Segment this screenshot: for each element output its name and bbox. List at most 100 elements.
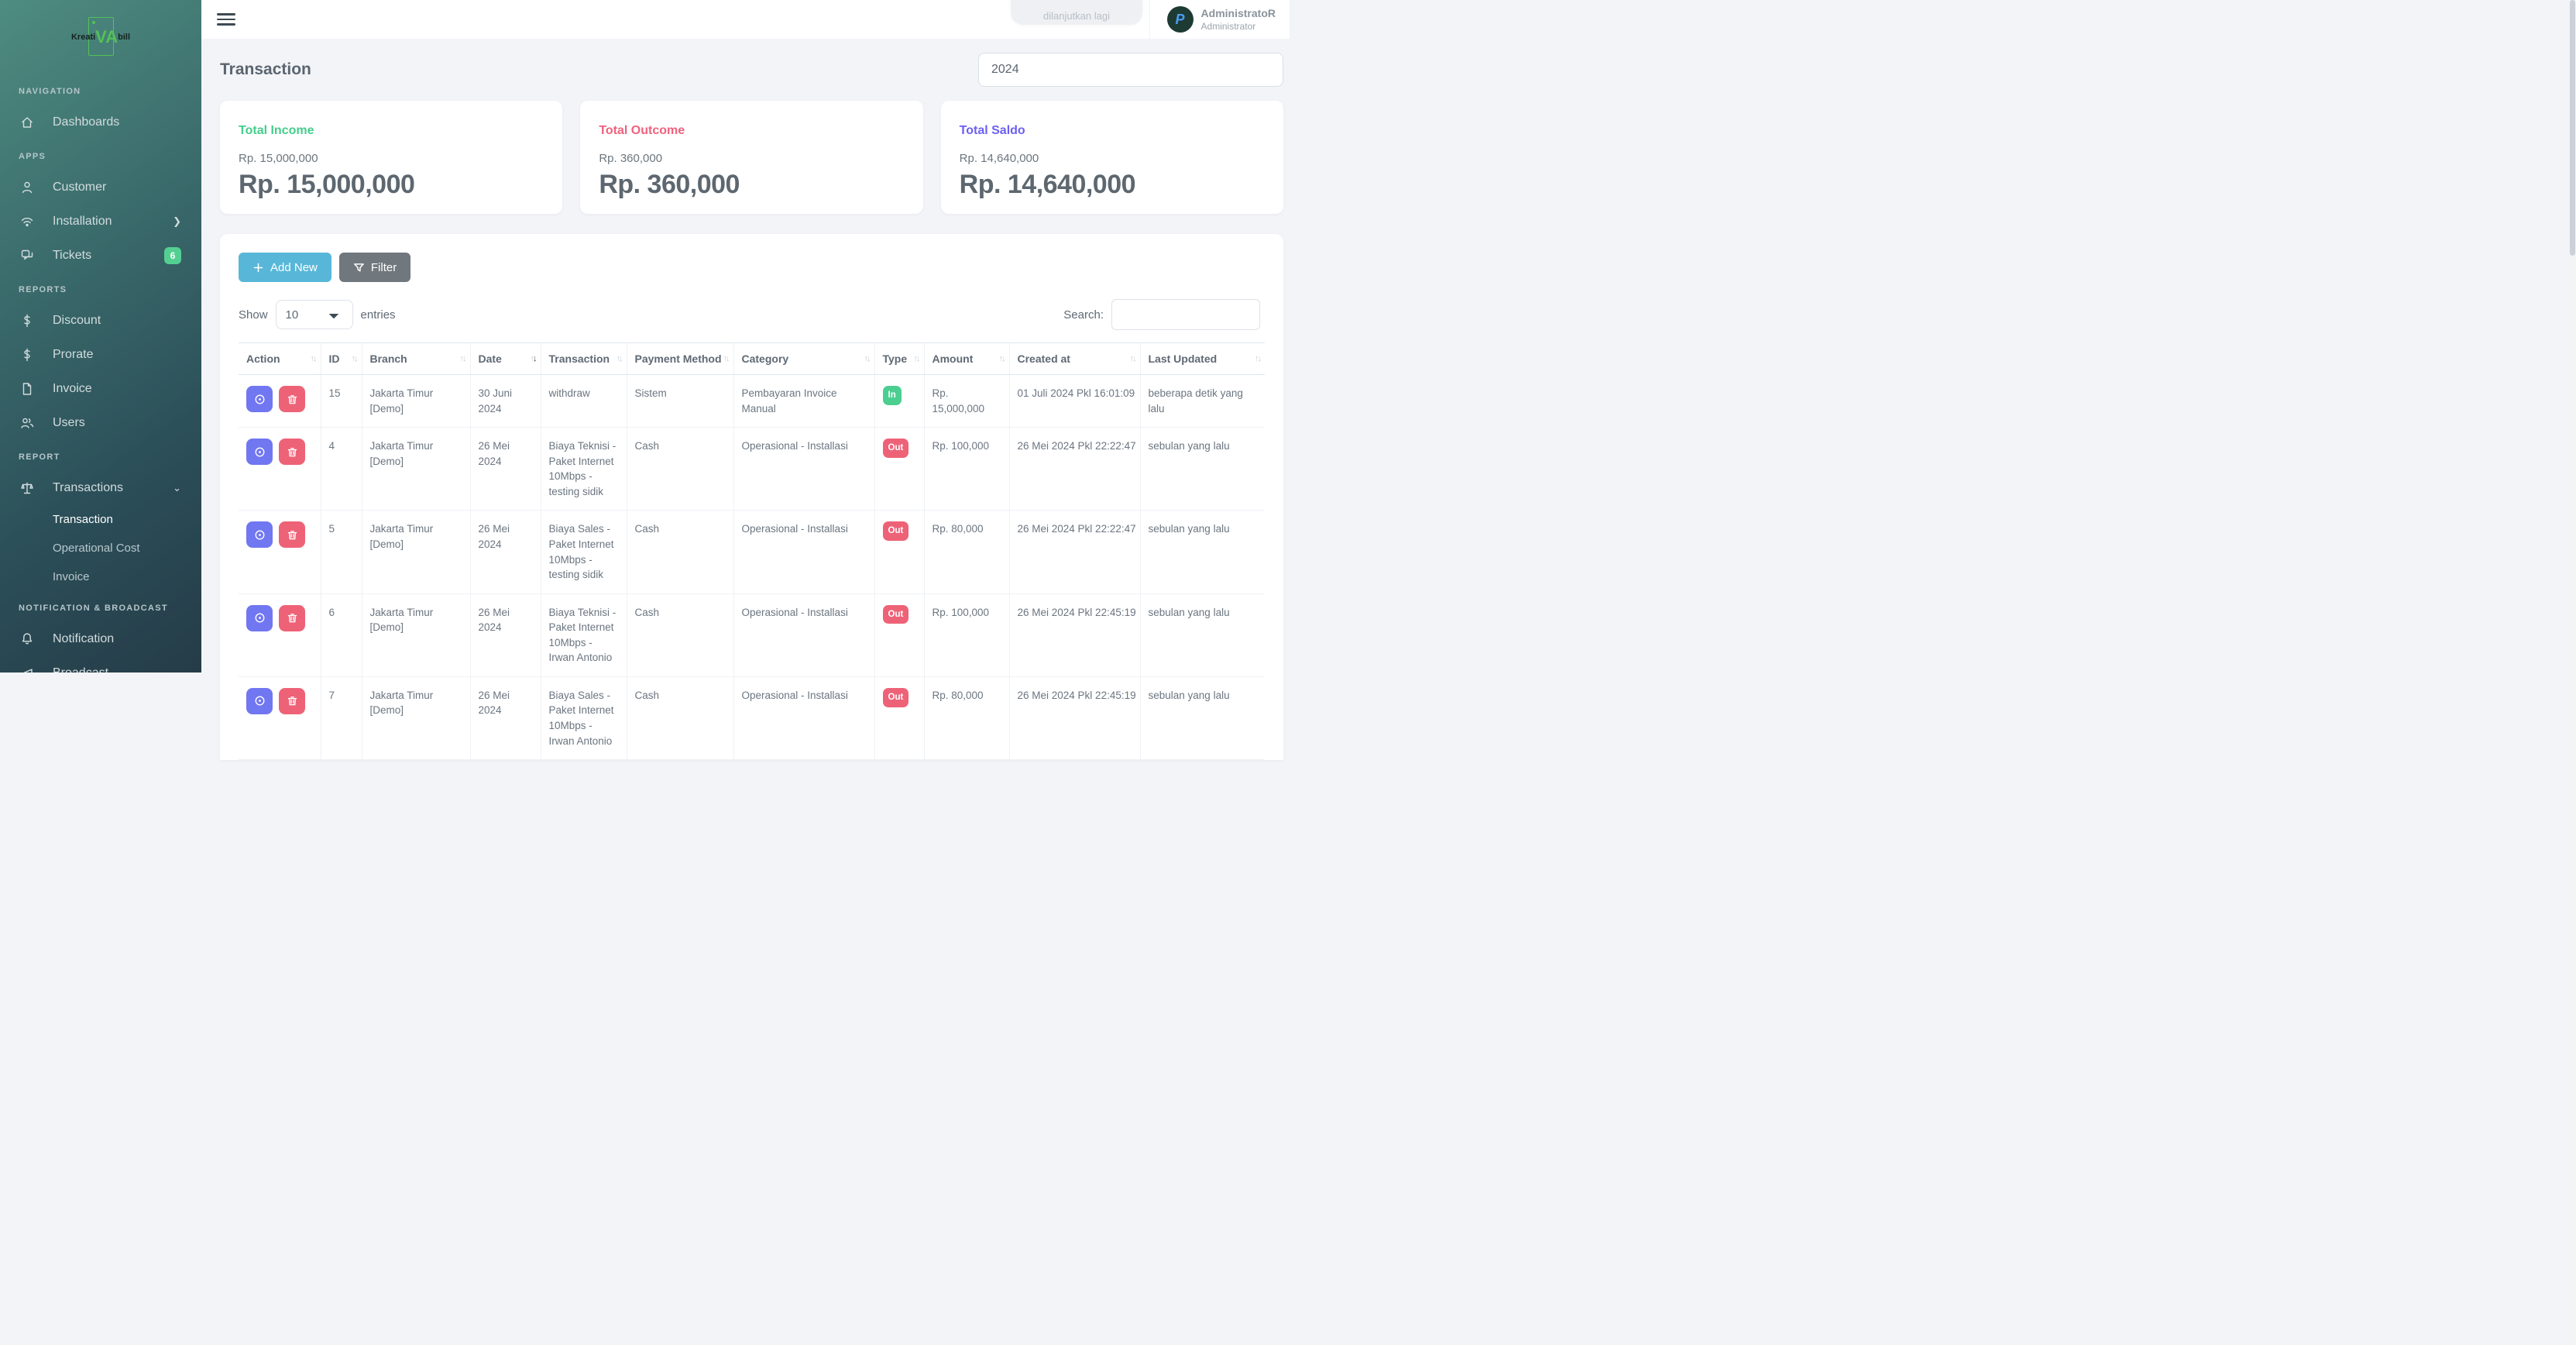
action-cell — [239, 428, 321, 511]
page-size-select[interactable]: 10 — [276, 300, 353, 329]
filter-button[interactable]: Filter — [339, 253, 410, 282]
scrollbar-thumb[interactable] — [2570, 0, 2575, 256]
branch-cell: Jakarta Timur [Demo] — [362, 676, 470, 759]
column-header-category[interactable]: Category↑↓ — [733, 343, 874, 375]
sort-icon: ↑↓ — [723, 354, 729, 363]
sidebar-item-label: Dashboards — [53, 115, 119, 129]
page-scrollbar[interactable] — [2569, 0, 2576, 1345]
add-new-label: Add New — [270, 261, 318, 274]
card-title: Total Income — [239, 124, 544, 138]
table-row: 7Jakarta Timur [Demo]26 Mei 2024Biaya Sa… — [239, 676, 1265, 759]
sidebar-item-invoice[interactable]: Invoice — [0, 372, 201, 406]
sidebar-item-customer[interactable]: Customer — [0, 170, 201, 205]
brand-name: KreatiVAbill — [71, 27, 130, 47]
delete-button[interactable] — [279, 386, 305, 412]
view-button[interactable] — [246, 605, 273, 631]
home-icon — [19, 114, 36, 131]
card-amount: Rp. 14,640,000 — [960, 170, 1265, 200]
card-amount: Rp. 360,000 — [599, 170, 904, 200]
column-header-label: Type — [883, 353, 908, 365]
view-button[interactable] — [246, 688, 273, 714]
sidebar-item-notification[interactable]: Notification — [0, 622, 201, 656]
user-role: Administrator — [1201, 21, 1276, 32]
card-title: Total Outcome — [599, 124, 904, 138]
sidebar-item-prorate[interactable]: Prorate — [0, 338, 201, 372]
column-header-last-updated[interactable]: Last Updated↑↓ — [1140, 343, 1265, 375]
sidebar-item-users[interactable]: Users — [0, 406, 201, 440]
payment-method-cell: Sistem — [627, 375, 733, 428]
date-cell: 26 Mei 2024 — [470, 428, 541, 511]
view-button[interactable] — [246, 386, 273, 412]
column-header-id[interactable]: ID↑↓ — [321, 343, 362, 375]
card-subtitle: Rp. 15,000,000 — [239, 152, 544, 165]
column-header-payment-method[interactable]: Payment Method↑↓ — [627, 343, 733, 375]
payment-method-cell: Cash — [627, 593, 733, 676]
sidebar-item-transactions[interactable]: Transactions⌄ — [0, 471, 201, 505]
sidebar-subitem-invoice[interactable]: Invoice — [0, 562, 201, 591]
sidebar-item-dashboards[interactable]: Dashboards — [0, 105, 201, 139]
sidebar-item-label: Prorate — [53, 348, 93, 362]
nav-section-label: NOTIFICATION & BROADCAST — [19, 604, 201, 613]
brand-logo[interactable]: KreatiVAbill — [0, 0, 201, 74]
menu-toggle-icon[interactable] — [217, 13, 235, 26]
user-menu[interactable]: P AdministratoR Administrator — [1149, 0, 1279, 39]
sidebar-item-tickets[interactable]: Tickets 6 — [0, 239, 201, 273]
sidebar-item-label: Notification — [53, 632, 114, 646]
delete-button[interactable] — [279, 688, 305, 714]
sidebar-item-installation[interactable]: Installation❯ — [0, 205, 201, 239]
column-header-branch[interactable]: Branch↑↓ — [362, 343, 470, 375]
action-cell — [239, 511, 321, 593]
amount-cell: Rp. 100,000 — [924, 593, 1009, 676]
users-icon — [19, 415, 36, 432]
table-header-row: Action ↑↓ ID↑↓Branch↑↓Date↑↓Transaction↑↓P… — [239, 343, 1265, 375]
sort-icon: ↑↓ — [311, 354, 316, 363]
search-input[interactable] — [1111, 299, 1260, 330]
add-new-button[interactable]: Add New — [239, 253, 331, 282]
column-header-label: Action — [246, 353, 280, 365]
type-badge: Out — [883, 688, 909, 707]
bell-icon — [19, 631, 36, 648]
ticket-count-badge: 6 — [164, 247, 181, 264]
toast-text: dilanjutkan lagi — [1043, 10, 1110, 22]
brand-pre: Kreati — [71, 33, 95, 42]
year-filter-input[interactable] — [978, 53, 1283, 87]
column-header-amount[interactable]: Amount↑↓ — [924, 343, 1009, 375]
sidebar-item-discount[interactable]: Discount — [0, 304, 201, 338]
transaction-cell: Biaya Sales - Paket Internet 10Mbps - te… — [541, 511, 627, 593]
sidebar-item-label: Invoice — [53, 382, 92, 396]
column-header-type[interactable]: Type↑↓ — [874, 343, 924, 375]
delete-button[interactable] — [279, 521, 305, 548]
sidebar-subitem-operational-cost[interactable]: Operational Cost — [0, 534, 201, 562]
column-header-created-at[interactable]: Created at↑↓ — [1009, 343, 1140, 375]
type-cell: Out — [874, 676, 924, 759]
id-cell: 5 — [321, 511, 362, 593]
sidebar-item-broadcast[interactable]: Broadcast — [0, 656, 201, 672]
user-name: AdministratoR — [1201, 7, 1276, 21]
column-header-transaction[interactable]: Transaction↑↓ — [541, 343, 627, 375]
sidebar-item-label: Tickets — [53, 249, 91, 263]
topbar: dilanjutkan lagi P AdministratoR Adminis… — [201, 0, 1290, 39]
delete-button[interactable] — [279, 439, 305, 465]
view-button[interactable] — [246, 439, 273, 465]
sidebar-item-label: Transactions — [53, 481, 123, 495]
sidebar-nav: NAVIGATIONDashboardsAPPSCustomerInstalla… — [0, 87, 201, 672]
type-badge: Out — [883, 605, 909, 624]
delete-button[interactable] — [279, 605, 305, 631]
sidebar-subitem-transaction[interactable]: Transaction — [0, 505, 201, 534]
type-cell: Out — [874, 511, 924, 593]
avatar: P — [1167, 6, 1194, 33]
created-at-cell: 26 Mei 2024 Pkl 22:45:19 — [1009, 593, 1140, 676]
type-badge: Out — [883, 521, 909, 541]
column-header-action[interactable]: Action ↑↓ — [239, 343, 321, 375]
view-button[interactable] — [246, 521, 273, 548]
table-row: 15Jakarta Timur [Demo]30 Juni 2024withdr… — [239, 375, 1265, 428]
column-header-label: Category — [742, 353, 789, 365]
tickets-chat-icon — [19, 247, 36, 264]
column-header-label: Last Updated — [1149, 353, 1218, 365]
column-header-date[interactable]: Date↑↓ — [470, 343, 541, 375]
category-cell: Operasional - Installasi — [733, 676, 874, 759]
id-cell: 7 — [321, 676, 362, 759]
last-updated-cell: beberapa detik yang lalu — [1140, 375, 1265, 428]
summary-cards: Total Income Rp. 15,000,000 Rp. 15,000,0… — [220, 101, 1283, 214]
last-updated-cell: sebulan yang lalu — [1140, 428, 1265, 511]
